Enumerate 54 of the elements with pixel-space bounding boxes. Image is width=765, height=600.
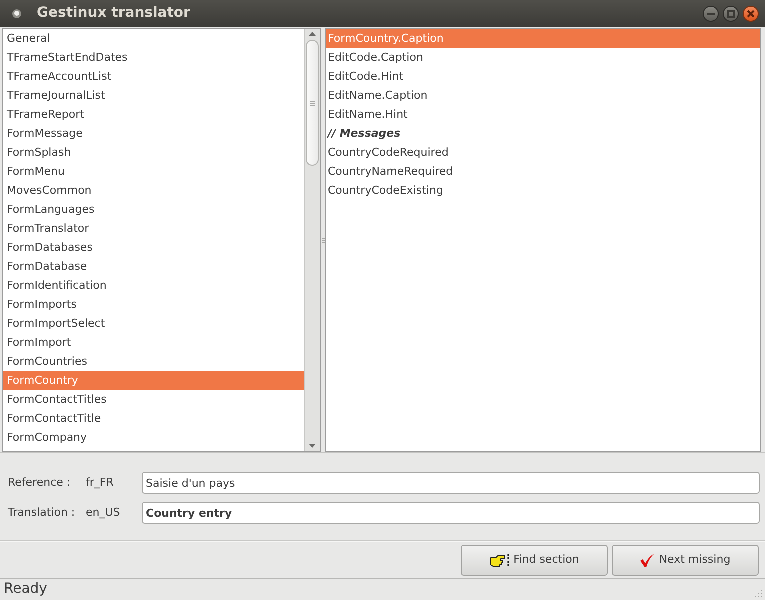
close-button[interactable] bbox=[743, 6, 759, 22]
section-item[interactable]: FormLanguages bbox=[3, 200, 304, 219]
find-section-button[interactable]: Find section bbox=[461, 545, 608, 576]
checkmark-icon bbox=[640, 554, 656, 568]
section-item[interactable]: FormMenu bbox=[3, 162, 304, 181]
section-item[interactable]: TFrameReport bbox=[3, 105, 304, 124]
section-item[interactable]: TFrameAccountList bbox=[3, 67, 304, 86]
resize-grip-icon[interactable] bbox=[754, 589, 763, 598]
pointing-hand-icon bbox=[490, 554, 510, 568]
section-item[interactable]: FormContactTitle bbox=[3, 409, 304, 428]
next-missing-button[interactable]: Next missing bbox=[612, 545, 759, 576]
scroll-down-icon[interactable] bbox=[309, 444, 316, 448]
section-item[interactable]: FormSplash bbox=[3, 143, 304, 162]
key-item[interactable]: CountryNameRequired bbox=[326, 162, 760, 181]
key-item[interactable]: EditName.Hint bbox=[326, 105, 760, 124]
window-title: Gestinux translator bbox=[37, 4, 190, 23]
section-item[interactable]: FormImport bbox=[3, 333, 304, 352]
reference-field[interactable]: Saisie d'un pays bbox=[142, 472, 760, 494]
section-item[interactable]: FormCompany bbox=[3, 428, 304, 447]
close-icon bbox=[747, 10, 755, 18]
maximize-icon bbox=[727, 10, 735, 18]
minimize-icon bbox=[707, 12, 715, 14]
key-item[interactable]: CountryCodeRequired bbox=[326, 143, 760, 162]
key-item[interactable]: EditCode.Caption bbox=[326, 48, 760, 67]
section-item[interactable]: FormImports bbox=[3, 295, 304, 314]
section-item[interactable]: FormDatabases bbox=[3, 238, 304, 257]
translation-label: Translation : bbox=[8, 505, 76, 521]
window-menu-icon[interactable] bbox=[12, 8, 22, 18]
section-item[interactable]: TFrameJournalList bbox=[3, 86, 304, 105]
section-item[interactable]: FormContactTitles bbox=[3, 390, 304, 409]
minimize-button[interactable] bbox=[703, 6, 719, 22]
section-item[interactable]: General bbox=[3, 29, 304, 48]
key-item[interactable]: CountryCodeExisting bbox=[326, 181, 760, 200]
locale-code: en_US bbox=[86, 505, 122, 521]
splitter-grip-icon[interactable] bbox=[322, 238, 324, 242]
reference-label: Reference : bbox=[8, 475, 72, 491]
section-item[interactable]: FormIdentification bbox=[3, 276, 304, 295]
status-text: Ready bbox=[4, 580, 48, 599]
grip-icon bbox=[310, 100, 315, 106]
section-item[interactable]: FormDatabase bbox=[3, 257, 304, 276]
section-item[interactable]: MovesCommon bbox=[3, 181, 304, 200]
section-item[interactable]: TFrameStartEndDates bbox=[3, 48, 304, 67]
maximize-button[interactable] bbox=[723, 6, 739, 22]
scrollbar-thumb[interactable] bbox=[306, 40, 319, 166]
locale-code: fr_FR bbox=[86, 475, 115, 491]
scroll-up-icon[interactable] bbox=[309, 32, 316, 36]
section-item[interactable]: FormMessage bbox=[3, 124, 304, 143]
section-item[interactable]: FormImportSelect bbox=[3, 314, 304, 333]
key-item[interactable]: EditCode.Hint bbox=[326, 67, 760, 86]
section-item[interactable]: FormTranslator bbox=[3, 219, 304, 238]
comment-item[interactable]: // Messages bbox=[326, 124, 760, 143]
section-item[interactable]: FormCountries bbox=[3, 352, 304, 371]
key-item[interactable]: EditName.Caption bbox=[326, 86, 760, 105]
translation-field[interactable]: Country entry bbox=[142, 502, 760, 524]
